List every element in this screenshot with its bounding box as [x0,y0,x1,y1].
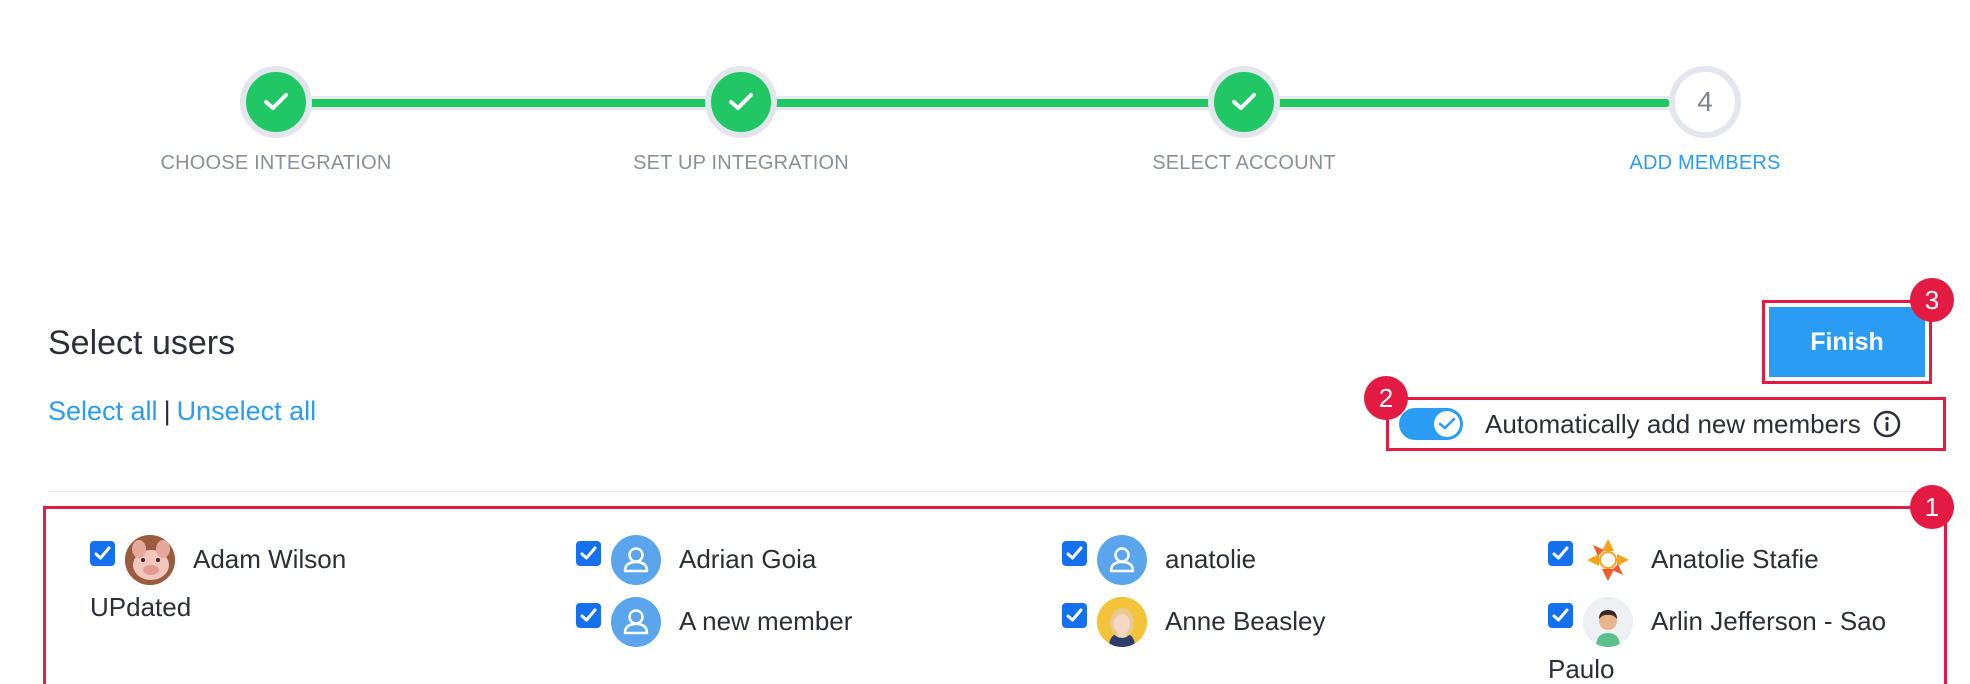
user-checkbox[interactable] [1548,541,1573,566]
default-user-icon [611,535,661,585]
auto-add-label: Automatically add new members [1485,408,1861,439]
finish-highlight: Finish [1762,300,1932,384]
default-user-icon [611,597,661,647]
step-done-circle [240,66,312,138]
user-avatar [1583,597,1633,647]
divider [48,491,1946,492]
user-avatar [125,535,175,585]
step-badge-3: 3 [1910,278,1954,322]
user-name: Adrian Goia [679,544,817,574]
user-checkbox[interactable] [576,541,601,566]
step-badge-1: 1 [1910,485,1954,529]
stepper-progress [280,99,1670,107]
step-badge-2: 2 [1364,376,1408,420]
info-icon[interactable] [1873,410,1901,438]
step-label: CHOOSE INTEGRATION [160,152,392,174]
user-name: A new member [679,606,853,636]
user-item[interactable]: Arlin Jefferson - Sao Paulo [1548,597,1938,684]
step-set-up-integration[interactable]: SET UP INTEGRATION [561,0,921,190]
user-item[interactable]: Anatolie Stafie [1548,535,1938,585]
user-name: Anne Beasley [1165,606,1326,636]
user-name: anatolie [1165,544,1257,574]
default-user-icon [1097,535,1147,585]
auto-add-highlight: Automatically add new members [1386,397,1946,451]
sun-logo-icon [1583,535,1633,585]
integration-stepper: CHOOSE INTEGRATION SET UP INTEGRATION SE… [0,0,1970,200]
step-label: SET UP INTEGRATION [633,152,849,174]
step-done-circle [705,66,777,138]
selection-links: Select all | Unselect all [48,396,316,427]
user-name: Anatolie Stafie [1651,544,1819,574]
check-icon [264,93,288,110]
step-done-circle [1208,66,1280,138]
page-title: Select users [48,324,236,362]
user-item[interactable]: A new member [576,597,956,647]
step-label: ADD MEMBERS [1629,152,1781,174]
unselect-all-link[interactable]: Unselect all [177,396,317,426]
user-checkbox[interactable] [1548,603,1573,628]
user-item[interactable]: anatolie [1062,535,1442,585]
check-icon [729,93,753,110]
user-checkbox[interactable] [90,541,115,566]
finish-button[interactable]: Finish [1769,307,1925,377]
step-select-account[interactable]: SELECT ACCOUNT [1064,0,1424,190]
user-checkbox[interactable] [576,603,601,628]
user-checkbox[interactable] [1062,541,1087,566]
auto-add-toggle[interactable] [1399,408,1463,440]
link-separator: | [163,396,171,426]
add-members-page: CHOOSE INTEGRATION SET UP INTEGRATION SE… [0,0,1970,684]
toggle-knob [1434,411,1460,437]
select-all-link[interactable]: Select all [48,396,158,426]
step-choose-integration[interactable]: CHOOSE INTEGRATION [96,0,456,190]
check-icon [1232,93,1256,110]
user-item[interactable]: Anne Beasley [1062,597,1442,647]
check-icon [1438,417,1456,430]
user-item[interactable]: Adam Wilson UPdated [90,535,390,630]
users-grid: Adam Wilson UPdated Adrian Goia anatolie… [43,506,1947,684]
user-item[interactable]: Adrian Goia [576,535,956,585]
step-label: SELECT ACCOUNT [1152,152,1336,174]
user-checkbox[interactable] [1062,603,1087,628]
step-number-circle: 4 [1669,66,1741,138]
step-add-members[interactable]: 4 ADD MEMBERS [1525,0,1885,190]
user-avatar [1097,597,1147,647]
